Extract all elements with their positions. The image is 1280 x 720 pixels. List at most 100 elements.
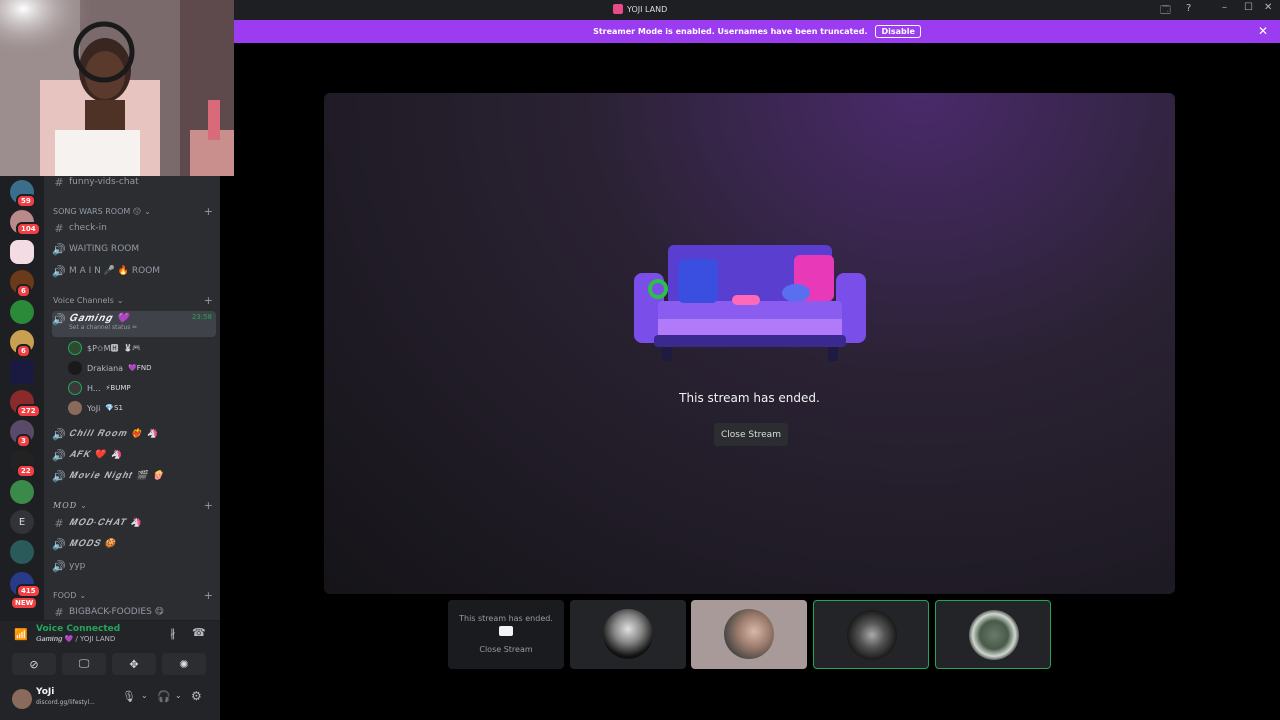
channel-movie-night[interactable]: 🔊 𝑴𝒐𝒗𝒊𝒆 𝑵𝒊𝒈𝒉𝒕 🎬 🍿: [52, 466, 216, 486]
category-label: SONG WARS ROOM 😗: [53, 207, 142, 216]
hash-icon: #: [54, 605, 64, 619]
activities-button[interactable]: ✥: [112, 653, 156, 675]
participant-tile[interactable]: [691, 600, 807, 669]
title-bar: YOJI LAND 🗔 ? – ☐ ✕: [234, 0, 1280, 20]
channel-label: WAITING ROOM: [69, 244, 140, 254]
avatar: [724, 609, 774, 659]
help-icon[interactable]: ?: [1186, 3, 1191, 14]
channel-funny-vids-chat[interactable]: # funny-vids-chat: [52, 176, 216, 192]
noise-suppression-icon[interactable]: ∦: [170, 627, 176, 640]
hash-icon: #: [54, 221, 64, 235]
hash-icon: #: [54, 516, 64, 530]
microphone-icon[interactable]: 🎙: [122, 690, 136, 703]
server-logo-icon: [613, 4, 623, 14]
channel-chill-room[interactable]: 🔊 𝑪𝒉𝒊𝒍𝒍 𝑹𝒐𝒐𝒎 ❤️‍🔥 🦄: [52, 424, 216, 444]
voice-status[interactable]: Voice Connected: [36, 624, 120, 634]
signal-icon[interactable]: 📶: [14, 628, 28, 641]
channel-status[interactable]: Set a channel status ✏: [69, 324, 137, 331]
add-channel-icon[interactable]: +: [204, 589, 213, 602]
chevron-down-icon: ⌄: [80, 501, 87, 510]
channel-bigback-foodies[interactable]: # BIGBACK-FOODIES 😋: [52, 602, 216, 620]
server-icon[interactable]: [10, 480, 34, 504]
close-window-icon[interactable]: ✕: [1264, 2, 1272, 13]
chevron-down-icon: ⌄: [144, 207, 151, 216]
chevron-down-icon[interactable]: ⌄: [175, 691, 182, 700]
hash-icon: #: [54, 176, 64, 189]
server-icon[interactable]: E: [10, 510, 34, 534]
avatar: [969, 610, 1019, 660]
chevron-down-icon: ⌄: [79, 591, 87, 600]
voice-user[interactable]: $P✩M🅷 🐰🎮: [68, 339, 141, 357]
server-icon[interactable]: [10, 300, 34, 324]
category-song-wars[interactable]: SONG WARS ROOM 😗 ⌄ +: [53, 205, 213, 218]
avatar[interactable]: [12, 689, 32, 709]
camera-off-button[interactable]: ⊘: [12, 653, 56, 675]
channel-label: 𝑴𝑶𝑫-𝑪𝑯𝑨𝑻 🦄: [69, 518, 143, 528]
voice-user[interactable]: Drakiana 💜FND: [68, 359, 151, 377]
add-channel-icon[interactable]: +: [204, 294, 213, 307]
channel-label: BIGBACK-FOODIES 😋: [69, 607, 165, 617]
add-channel-icon[interactable]: +: [204, 205, 213, 218]
channel-label: check-in: [69, 223, 107, 233]
category-voice-channels[interactable]: Voice Channels ⌄ +: [53, 294, 213, 307]
voice-active-icon: 🔊: [52, 313, 66, 326]
user-tag: 💎S1: [105, 404, 123, 412]
channel-gaming[interactable]: 🔊 𝑮𝒂𝒎𝒊𝒏𝒈 💜 Set a channel status ✏ 23:58: [52, 311, 216, 337]
activities-icon: ✥: [129, 657, 139, 671]
channel-afk[interactable]: 🔊 𝑨𝑭𝑲 ❤️ 🦄: [52, 445, 216, 465]
category-label: FOOD: [53, 591, 77, 600]
stream-tile[interactable]: This stream has ended. Close Stream: [448, 600, 564, 669]
avatar: [68, 381, 82, 395]
unread-badge: 6: [16, 284, 31, 298]
user-tag: 💜FND: [128, 364, 152, 372]
minimize-icon[interactable]: –: [1222, 2, 1227, 13]
soundboard-button[interactable]: ✺: [162, 653, 206, 675]
server-icon[interactable]: [10, 360, 34, 384]
banner-text: Streamer Mode is enabled. Usernames have…: [593, 27, 868, 36]
channel-label: 𝑪𝒉𝒊𝒍𝒍 𝑹𝒐𝒐𝒎 ❤️‍🔥 🦄: [69, 429, 159, 439]
channel-mod-chat[interactable]: # 𝑴𝑶𝑫-𝑪𝑯𝑨𝑻 🦄: [52, 513, 216, 533]
window-title: YOJI LAND: [627, 4, 668, 14]
channel-check-in[interactable]: # check-in: [52, 218, 216, 238]
maximize-icon[interactable]: ☐: [1244, 2, 1253, 13]
voice-user[interactable]: H... ⚡BUMP: [68, 379, 131, 397]
new-badge: NEW: [10, 596, 39, 610]
channel-waiting-room[interactable]: 🔊 WAITING ROOM: [52, 239, 216, 259]
unread-badge: 104: [16, 222, 41, 236]
participant-tile[interactable]: [813, 600, 929, 669]
category-food[interactable]: FOOD ⌄ +: [53, 589, 213, 602]
speaker-icon: 🔊: [52, 448, 66, 462]
channel-mods[interactable]: 🔊 𝑴𝑶𝑫𝑺 🍪: [52, 534, 216, 554]
voice-user[interactable]: YoJi 💎S1: [68, 399, 123, 417]
camera-off-icon: ⊘: [29, 657, 39, 671]
user-name[interactable]: YoJi: [36, 687, 54, 697]
inbox-icon[interactable]: 🗔: [1160, 3, 1171, 20]
disable-button[interactable]: Disable: [875, 25, 921, 38]
screen-share-button[interactable]: 🖵: [62, 653, 106, 675]
channel-main-room[interactable]: 🔊 M A I N 🎤 🔥 ROOM: [52, 261, 216, 281]
user-panel: YoJi discord.gg/lifestyl... 🎙 ⌄ 🎧 ⌄ ⚙: [0, 682, 220, 720]
participant-tile[interactable]: [570, 600, 686, 669]
couch-illustration: [634, 245, 866, 361]
tile-close-stream[interactable]: Close Stream: [448, 645, 564, 654]
unread-badge: 3: [16, 434, 31, 448]
add-channel-icon[interactable]: +: [204, 499, 213, 512]
voice-channel-name[interactable]: 𝑮𝒂𝒎𝒊𝒏𝒈 💜 / YOJI LAND: [36, 635, 115, 644]
chevron-down-icon[interactable]: ⌄: [141, 691, 148, 700]
close-stream-button[interactable]: Close Stream: [714, 423, 788, 446]
channel-yyp[interactable]: 🔊 yyp: [52, 556, 216, 576]
webcam-image: [0, 0, 234, 176]
voice-connected-panel: 📶 Voice Connected 𝑮𝒂𝒎𝒊𝒏𝒈 💜 / YOJI LAND ∦…: [0, 620, 220, 682]
voice-timer: 23:58: [191, 313, 212, 321]
headphones-icon[interactable]: 🎧: [157, 690, 171, 703]
category-mod[interactable]: MOD ⌄ +: [53, 499, 213, 512]
user-status[interactable]: discord.gg/lifestyl...: [36, 699, 95, 706]
channel-label: 𝑴𝑶𝑫𝑺 🍪: [69, 539, 117, 549]
disconnect-icon[interactable]: ☎: [192, 626, 206, 639]
server-icon[interactable]: [10, 540, 34, 564]
participant-tile[interactable]: [935, 600, 1051, 669]
user-tag: ⚡BUMP: [105, 384, 131, 392]
server-icon[interactable]: [10, 240, 34, 264]
close-icon[interactable]: ✕: [1258, 24, 1268, 38]
gear-icon[interactable]: ⚙: [191, 689, 202, 703]
